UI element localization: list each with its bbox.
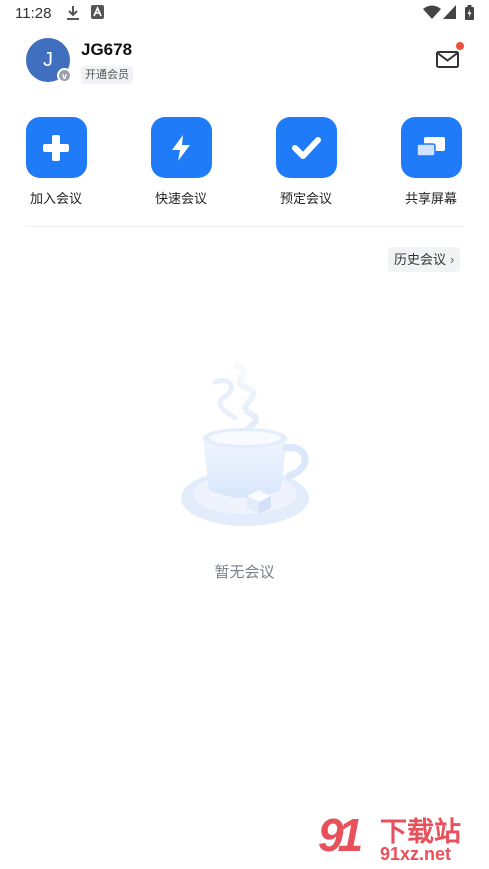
status-time: 11:28 [15, 5, 52, 22]
schedule-meeting-tile[interactable] [275, 117, 337, 178]
battery-icon [465, 5, 474, 20]
history-meetings-label: 历史会议 [394, 252, 447, 267]
notification-dot [456, 42, 464, 50]
quick-meeting-label: 快速会议 [154, 191, 207, 206]
coffee-cup-icon [181, 363, 309, 526]
quick-meeting-button[interactable]: 快速会议 [146, 117, 216, 207]
vip-badge-letter: v [61, 70, 67, 81]
plus-icon [43, 134, 69, 161]
mail-icon[interactable] [435, 47, 461, 71]
vip-badge-icon: v [57, 68, 72, 83]
divider [26, 226, 463, 227]
chevron-right-icon: › [450, 252, 455, 267]
history-meetings-button[interactable]: 历史会议 › [388, 247, 461, 272]
status-bar: 11:28 [0, 0, 489, 28]
wifi-icon [423, 5, 441, 19]
watermark-logo: 91 下载站 91xz.net [318, 808, 488, 868]
avatar-letter: J [43, 48, 53, 71]
check-icon [292, 136, 321, 159]
username[interactable]: JG678 [81, 40, 132, 60]
share-screen-button[interactable]: 共享屏幕 [396, 117, 466, 207]
empty-state-text: 暂无会议 [214, 564, 275, 581]
share-screen-tile[interactable] [400, 117, 462, 178]
watermark-site: 91xz.net [380, 844, 452, 864]
watermark-number: 91 [318, 809, 363, 861]
schedule-meeting-label: 预定会议 [279, 191, 332, 206]
share-screen-label: 共享屏幕 [404, 191, 457, 206]
download-icon [67, 6, 79, 20]
lightning-icon [172, 134, 190, 161]
schedule-meeting-button[interactable]: 预定会议 [271, 117, 341, 207]
join-meeting-label: 加入会议 [29, 191, 82, 206]
join-meeting-button[interactable]: 加入会议 [21, 117, 91, 207]
signal-icon [443, 5, 456, 19]
membership-button[interactable]: 开通会员 [81, 66, 133, 84]
share-screen-icon [416, 136, 445, 157]
quick-meeting-tile[interactable] [150, 117, 212, 178]
join-meeting-tile[interactable] [25, 117, 87, 178]
font-icon [91, 5, 104, 19]
